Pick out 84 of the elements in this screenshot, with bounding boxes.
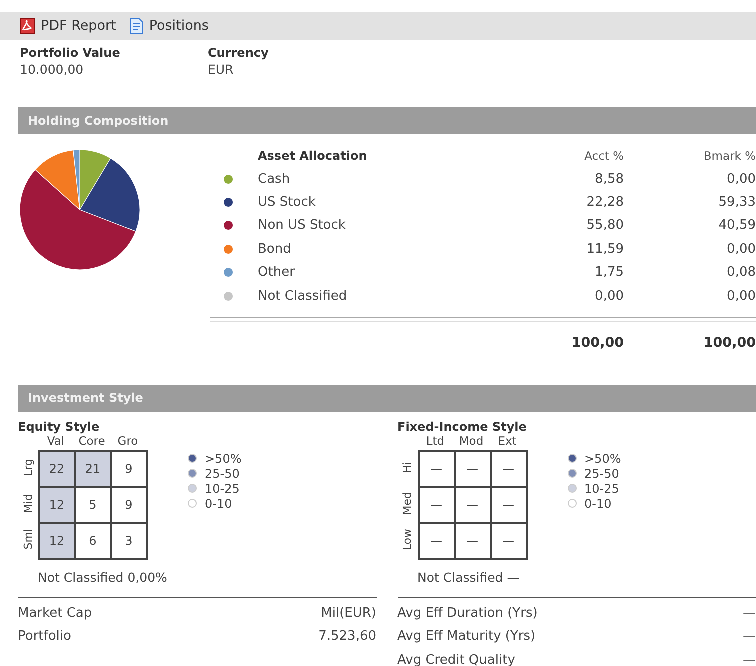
toolbar-button[interactable]: Positions	[130, 18, 209, 34]
column-label: Core	[78, 434, 106, 448]
column-header: Bmark %	[704, 148, 756, 163]
column-label: Val	[47, 434, 66, 448]
column-label: Mod	[458, 434, 485, 448]
section-header: Holding Composition	[18, 107, 756, 134]
table-cell: 59,33	[718, 194, 756, 210]
table-cell: 8,58	[595, 172, 624, 187]
asset-name: Bond	[258, 242, 292, 257]
table-cell: 0,00	[727, 288, 756, 304]
column-label: Ext	[498, 434, 517, 448]
table-cell: 0,00	[727, 172, 756, 187]
field-value: 10.000,00	[20, 62, 85, 77]
asset-name: Non US Stock	[258, 218, 347, 234]
stat-label: Market Cap	[18, 606, 94, 621]
column-header: Acct %	[584, 148, 624, 163]
column-label: Ltd	[425, 434, 446, 448]
style-cell: 5	[75, 486, 111, 523]
style-cell: 3	[111, 522, 147, 559]
asset-name: Cash	[258, 172, 292, 187]
row-label: Low	[401, 528, 414, 550]
style-cell: —	[418, 486, 454, 523]
stat-label: Portfolio	[18, 629, 72, 644]
field-label: Portfolio Value	[20, 46, 122, 60]
table-cell: 1,75	[595, 265, 624, 280]
style-cell: —	[418, 450, 454, 487]
panel-title: Fixed-Income Style	[398, 420, 528, 434]
style-cell: —	[454, 450, 490, 487]
style-cell: 12	[39, 486, 75, 523]
legend-label: 25-50	[205, 466, 240, 481]
style-cell: —	[490, 486, 526, 523]
not-classified-text: Not Classified 0,00%	[38, 570, 168, 585]
stat-value: —	[743, 629, 756, 644]
row-label: Lrg	[22, 458, 34, 476]
style-cell: —	[490, 522, 526, 559]
stat-label: Avg Eff Maturity (Yrs)	[398, 629, 537, 644]
style-cell: —	[454, 522, 490, 559]
asset-name: Not Classified	[258, 288, 348, 304]
legend-label: 25-50	[584, 466, 620, 481]
style-cell: 21	[75, 450, 111, 487]
table-cell: 0,00	[727, 242, 756, 257]
legend-label: 10-25	[205, 482, 240, 496]
style-cell: —	[490, 450, 526, 487]
total-value: 100,00	[704, 334, 756, 351]
legend-label: 10-25	[584, 482, 620, 496]
column-label: Gro	[116, 434, 140, 448]
style-cell: 9	[111, 486, 147, 523]
table-cell: 55,80	[586, 218, 624, 234]
legend-label: 0-10	[584, 496, 612, 511]
style-cell: —	[418, 522, 454, 559]
document-icon	[130, 18, 144, 34]
field-value: EUR	[208, 62, 235, 77]
stat-label: Avg Eff Duration (Yrs)	[398, 606, 539, 621]
stat-value: —	[743, 606, 756, 621]
column-header: Asset Allocation	[258, 148, 368, 163]
section-header: Investment Style	[18, 384, 756, 412]
table-cell: 22,28	[586, 194, 624, 210]
legend-label: >50%	[584, 452, 622, 466]
style-cell: —	[454, 486, 490, 523]
asset-name: US Stock	[258, 194, 317, 210]
panel-title: Equity Style	[18, 420, 101, 434]
asset-name: Other	[258, 265, 296, 280]
pdf-icon	[20, 18, 35, 34]
stat-value: 7.523,60	[318, 629, 376, 644]
row-label: Med	[401, 492, 414, 516]
table-cell: 0,00	[595, 288, 624, 304]
row-label: Hi	[401, 462, 414, 474]
table-cell: 0,08	[727, 265, 756, 280]
total-value: 100,00	[572, 334, 624, 351]
stat-unit: Mil(EUR)	[321, 606, 376, 621]
toolbar-button[interactable]: PDF Report	[20, 18, 116, 34]
table-cell: 40,59	[718, 218, 756, 234]
row-label: Mid	[22, 494, 34, 514]
row-label: Sml	[22, 529, 34, 550]
legend-label: 0-10	[205, 496, 232, 511]
not-classified-text: Not Classified —	[418, 570, 521, 585]
field-label: Currency	[208, 46, 270, 60]
style-cell: 22	[39, 450, 75, 487]
legend-label: >50%	[205, 452, 242, 466]
table-cell: 11,59	[586, 242, 624, 257]
style-cell: 12	[39, 522, 75, 559]
style-cell: 6	[75, 522, 111, 559]
style-cell: 9	[111, 450, 147, 487]
stat-value: —	[743, 652, 756, 666]
